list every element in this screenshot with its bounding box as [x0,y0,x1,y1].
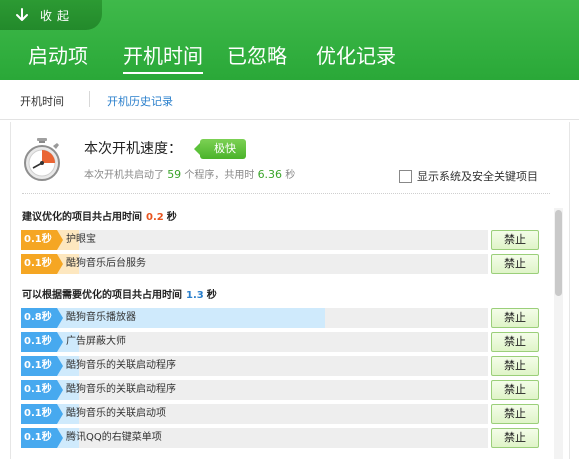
section-title-optional: 可以根据需要优化的项目共占用时间 1.3 秒 [22,286,217,301]
item-name: 酷狗音乐后台服务 [66,258,146,269]
tab-startup-items[interactable]: 启动项 [28,40,88,69]
item-name: 广告屏蔽大师 [66,336,126,347]
boot-speed-title: 本次开机速度： [84,141,182,157]
item-name: 酷狗音乐的关联启动项 [66,408,166,419]
item-name: 酷狗音乐播放器 [66,312,136,323]
list-item: 0.1秒 护眼宝 [21,230,488,250]
item-time: 0.1秒 [21,356,63,376]
speed-rating-badge: 极快 [194,139,246,159]
list-item: 0.1秒 酷狗音乐后台服务 [21,254,488,274]
disable-button[interactable]: 禁止 [491,428,539,448]
section-title-text: 可以根据需要优化的项目共占用时间 [22,290,182,301]
disable-button[interactable]: 禁止 [491,332,539,352]
show-system-items-label: 显示系统及安全关键项目 [417,170,538,183]
section-time-unit: 秒 [166,212,177,223]
item-name: 护眼宝 [66,234,96,245]
section-time-unit: 秒 [206,290,217,301]
tab-optimization-history[interactable]: 优化记录 [316,40,396,69]
tab-ignored[interactable]: 已忽略 [227,40,287,69]
subnav-boot-history[interactable]: 开机历史记录 [107,93,173,109]
list-item: 0.1秒 酷狗音乐的关联启动程序 [21,380,488,400]
tab-boot-time[interactable]: 开机时间 [123,40,203,74]
item-name: 酷狗音乐的关联启动程序 [66,384,176,395]
item-time: 0.1秒 [21,254,63,274]
arrow-down-icon [16,8,28,21]
item-name: 腾讯QQ的右键菜单项 [66,432,162,443]
subnav-boot-time[interactable]: 开机时间 [20,93,64,109]
disable-button[interactable]: 禁止 [491,254,539,274]
section-title-suggested: 建议优化的项目共占用时间 0.2 秒 [22,208,177,223]
main-tabs: 启动项 开机时间 已忽略 优化记录 [0,38,579,78]
item-time: 0.8秒 [21,308,63,328]
program-count: 59 [167,168,182,181]
desc-unit: 秒 [285,170,296,181]
disable-button[interactable]: 禁止 [491,404,539,424]
item-name: 酷狗音乐的关联启动程序 [66,360,176,371]
disable-button[interactable]: 禁止 [491,356,539,376]
header: 收起 启动项 开机时间 已忽略 优化记录 [0,0,579,80]
section-time: 1.3 [186,290,204,301]
list-item: 0.1秒 广告屏蔽大师 [21,332,488,352]
total-time: 6.36 [257,168,283,181]
disable-button[interactable]: 禁止 [491,380,539,400]
collapse-label: 收起 [40,8,75,23]
desc-mid: 个程序，共用时 [184,170,255,181]
dotted-divider [22,193,550,194]
item-time: 0.1秒 [21,230,63,250]
checkbox-box[interactable] [399,169,412,183]
subnav-divider [89,91,90,107]
show-system-items-checkbox[interactable]: 显示系统及安全关键项目 [399,168,538,184]
list-item: 0.1秒 酷狗音乐的关联启动项 [21,404,488,424]
section-title-text: 建议优化的项目共占用时间 [22,212,142,223]
disable-button[interactable]: 禁止 [491,308,539,328]
disable-button[interactable]: 禁止 [491,230,539,250]
list-item: 0.1秒 酷狗音乐的关联启动程序 [21,356,488,376]
item-time: 0.1秒 [21,404,63,424]
item-time: 0.1秒 [21,428,63,448]
item-time: 0.1秒 [21,380,63,400]
scrollbar-thumb[interactable] [555,210,562,296]
list-item: 0.8秒 酷狗音乐播放器 [21,308,488,328]
item-time: 0.1秒 [21,332,63,352]
boot-speed-description: 本次开机共启动了 59 个程序，共用时 6.36 秒 [84,166,295,181]
collapse-button[interactable]: 收起 [0,0,102,30]
boot-speed-summary: 本次开机速度： 极快 本次开机共启动了 59 个程序，共用时 6.36 秒 显示… [22,134,542,186]
list-item: 0.1秒 腾讯QQ的右键菜单项 [21,428,488,448]
scrollbar[interactable] [554,208,563,459]
sub-navigation: 开机时间 开机历史记录 [0,80,579,120]
desc-prefix: 本次开机共启动了 [84,170,164,181]
stopwatch-icon [24,138,60,181]
section-time: 0.2 [146,212,164,223]
